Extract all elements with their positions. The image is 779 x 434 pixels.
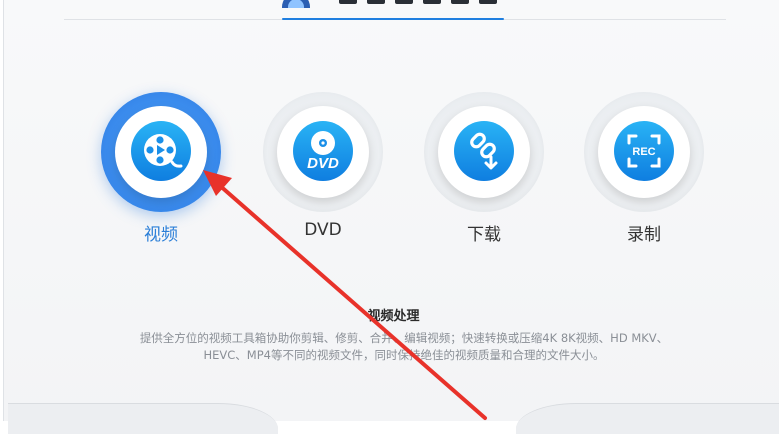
description-line-1: 提供全方位的视频工具箱协助你剪辑、修剪、合并、编辑视频；快速转换或压缩4K 8K…: [139, 331, 669, 345]
app-title-partial: [339, 0, 497, 4]
bottom-tab-right[interactable]: [516, 403, 779, 434]
rec-icon: REC: [614, 121, 674, 181]
mode-record[interactable]: REC 录制: [584, 92, 704, 252]
dvd-icon: DVD: [293, 121, 353, 181]
mode-dvd[interactable]: DVD DVD: [263, 92, 383, 252]
header-accent-line: [282, 18, 504, 20]
bottom-tab-left[interactable]: [8, 403, 278, 434]
app-window: 视频 DVD DVD 下载 REC 录制 视频处理 提供全方位的视频工具箱协助你…: [3, 0, 779, 434]
bottom-bar: [4, 403, 779, 434]
mode-download-label: 下载: [467, 225, 501, 245]
film-reel-icon: [131, 121, 191, 181]
svg-text:REC: REC: [632, 146, 655, 158]
mode-selector: 视频 DVD DVD 下载 REC 录制: [4, 92, 779, 252]
mode-download[interactable]: 下载: [424, 92, 544, 252]
mode-video[interactable]: 视频: [101, 92, 221, 252]
description-text: 提供全方位的视频工具箱协助你剪辑、修剪、合并、编辑视频；快速转换或压缩4K 8K…: [104, 330, 704, 364]
description-title: 视频处理: [367, 309, 420, 324]
mode-dvd-label: DVD: [304, 220, 342, 240]
description-line-2: HEVC、MP4等不同的视频文件，同时保持绝佳的视频质量和合理的文件大小。: [203, 348, 605, 362]
svg-text:DVD: DVD: [307, 155, 339, 172]
mode-record-label: 录制: [627, 225, 661, 245]
download-link-icon: [454, 121, 514, 181]
mode-video-label: 视频: [144, 225, 178, 245]
app-logo: [279, 0, 313, 8]
